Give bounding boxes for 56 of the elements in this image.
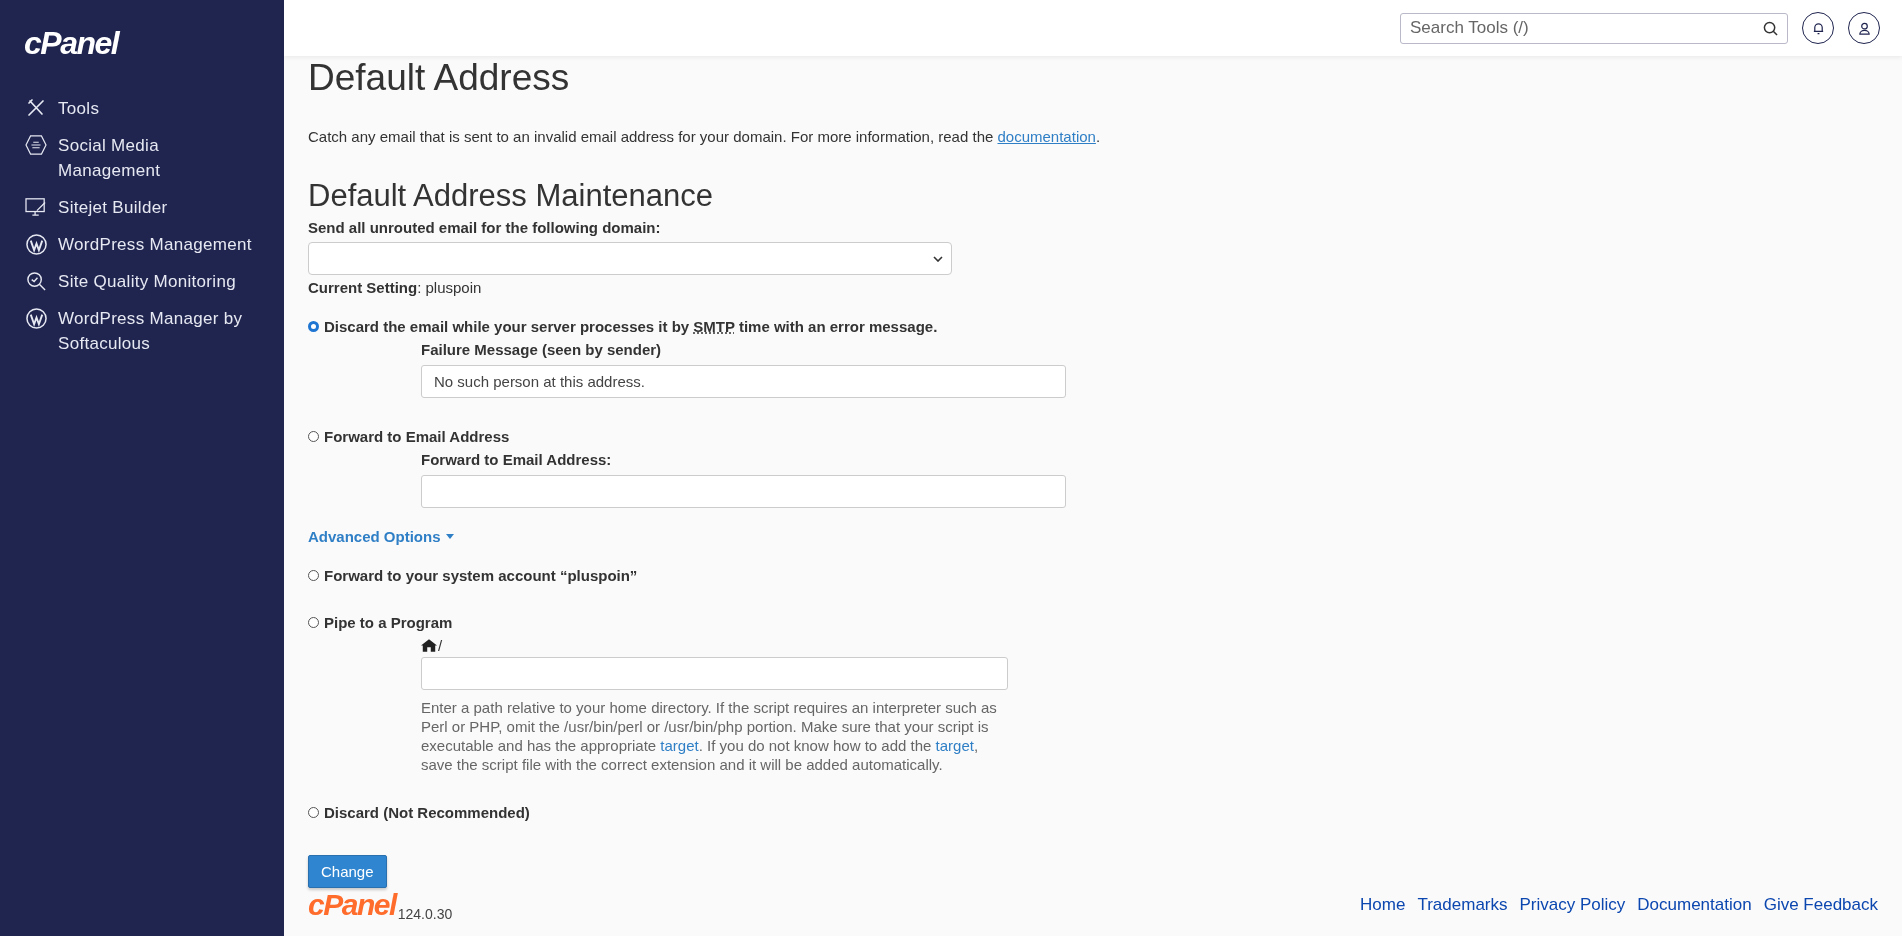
notifications-button[interactable] [1802,12,1834,44]
home-icon [421,639,437,652]
help-text: Enter a path relative to your home directory. If the script requires an interpreter such as Perl or PHP, omit the /usr/bin/perl or /usr/bin/php portion. Make sure that your script is executable and has the appropriate target. If you do not know how to add the target, save the script file with the correct extension and it will be added automatically. [421,698,998,774]
radio-button[interactable] [308,321,319,332]
user-icon [1857,21,1871,35]
text-input[interactable] [421,475,1066,508]
radio-button[interactable] [308,617,319,628]
field-label: Failure Message (seen by sender) [421,341,663,358]
footer-link[interactable]: Home [1360,895,1406,915]
search-field[interactable]: Search Tools (/) [1400,12,1788,44]
option-label: Forward to your system account “pluspoin” [324,567,638,584]
user-button[interactable] [1848,12,1880,44]
sidebar-item[interactable]: WordPress Management [24,232,252,257]
sidebar-item[interactable]: WordPress Manager by Softaculous [24,306,258,356]
target-link[interactable]: target [935,737,974,754]
wordpress-icon [25,234,47,255]
option-label: Pipe to a Program [324,614,453,631]
version-text: 124.0.30 [397,906,453,922]
sidebar-item[interactable]: Tools [24,96,100,121]
chevron-icon [933,255,943,262]
target-link[interactable]: target [660,737,699,754]
footer-link[interactable]: Give Feedback [1763,895,1878,915]
radio-button[interactable] [308,570,319,581]
footer-link[interactable]: Privacy Policy [1519,895,1626,915]
path-input[interactable] [421,657,1008,690]
tools-icon [26,98,46,118]
radio-button[interactable] [308,807,319,818]
path-prefix: / [438,637,443,654]
option-label: Discard the email while your server processes it by SMTP time with an error message. [324,318,938,335]
radio-button[interactable] [308,431,319,442]
page-description: Catch any email that is sent to an invalid email address for your domain. For more information, read the documentation. [308,128,1101,145]
sidebar-item[interactable]: Site Quality Monitoring [24,269,236,294]
sidebar-item[interactable]: Sitejet Builder [24,195,168,220]
page-title: Default Address [308,56,570,100]
change-button[interactable]: Change [308,855,387,888]
wordpress-icon [25,308,47,329]
advanced-options-toggle[interactable]: Advanced Options [308,528,454,545]
caret-icon [445,534,454,539]
sidebar-item[interactable]: Social Media Management [24,133,258,183]
current-setting: Current Setting: pluspoin [308,279,482,296]
option-label: Forward to Email Address [324,428,510,445]
search-icon [1763,20,1778,36]
footer-link[interactable]: Documentation [1637,895,1752,915]
footer-link[interactable]: Trademarks [1417,895,1508,915]
bell-icon [1811,21,1825,35]
cpanel-logo: cPanel [308,888,396,922]
field-label: Forward to Email Address: [421,451,613,468]
section-title: Default Address Maintenance [308,177,713,215]
field-label: Send all unrouted email for the following domain: [308,219,661,236]
hexagon-icon [25,135,47,155]
cpanel-logo[interactable]: cPanel [24,26,119,60]
option-label: Discard (Not Recommended) [324,804,530,821]
monitor-icon [25,197,47,217]
documentation-link[interactable]: documentation [997,128,1096,145]
search-icon [25,271,47,292]
text-input[interactable]: No such person at this address. [421,365,1066,398]
